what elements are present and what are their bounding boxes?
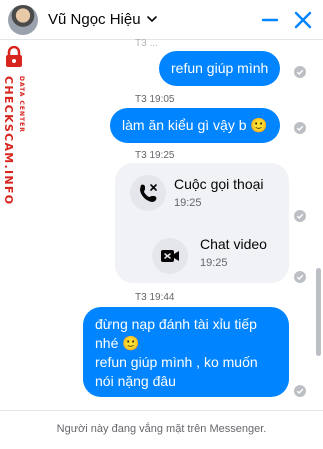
timestamp: T3 19:05 xyxy=(135,94,175,105)
outgoing-message[interactable]: làm ăn kiểu gì vậy b 🙂 xyxy=(110,108,280,143)
call-card[interactable]: Cuộc gọi thoại 19:25 Chat video 19:25 xyxy=(115,163,289,283)
call-title: Chat video xyxy=(200,236,267,252)
video-camera-icon xyxy=(161,250,179,262)
contact-name[interactable]: Vũ Ngọc Hiệu xyxy=(48,11,141,28)
avatar[interactable] xyxy=(8,5,38,35)
minimize-button[interactable] xyxy=(258,8,282,32)
watermark-sub-text: DATA CENTER xyxy=(18,76,25,133)
seen-check-icon xyxy=(294,66,306,78)
timestamp: T3 19:25 xyxy=(135,150,175,161)
message-line: nói nặng đâu xyxy=(95,373,176,389)
call-time: 19:25 xyxy=(174,197,202,209)
seen-check-icon xyxy=(294,271,306,283)
phone-missed-icon xyxy=(140,184,157,202)
call-time: 19:25 xyxy=(200,257,228,269)
call-title: Cuộc gọi thoại xyxy=(174,176,264,192)
chevron-down-icon[interactable] xyxy=(146,13,158,25)
message-line: đừng nạp đánh tài xỉu tiếp xyxy=(95,316,257,332)
watermark-main-text: CHECKSCAM.INFO xyxy=(2,76,15,206)
scrollbar-thumb[interactable] xyxy=(316,268,321,356)
seen-check-icon xyxy=(294,122,306,134)
footer-status-bar: Người này đang vắng mặt trên Messenger. xyxy=(0,410,323,449)
chat-header: Vũ Ngọc Hiệu xyxy=(0,0,323,40)
outgoing-message[interactable]: đừng nạp đánh tài xỉu tiếp nhé 🙂 refun g… xyxy=(83,307,289,397)
call-icon-wrapper[interactable] xyxy=(130,175,166,211)
video-icon-wrapper[interactable] xyxy=(152,238,188,274)
message-line: nhé 🙂 xyxy=(95,335,140,351)
close-button[interactable] xyxy=(291,8,315,32)
checkscam-watermark: CHECKSCAM.INFO DATA CENTER xyxy=(0,46,44,206)
seen-check-icon xyxy=(294,385,306,397)
seen-check-icon xyxy=(294,210,306,222)
timestamp: T3 19:44 xyxy=(135,292,175,303)
away-status-text: Người này đang vắng mặt trên Messenger. xyxy=(56,423,267,435)
outgoing-message[interactable]: refun giúp mình xyxy=(159,51,281,86)
message-line: refun giúp mình , ko muốn xyxy=(95,354,258,370)
timestamp: T3 ... xyxy=(135,38,158,49)
lock-icon xyxy=(6,46,22,67)
